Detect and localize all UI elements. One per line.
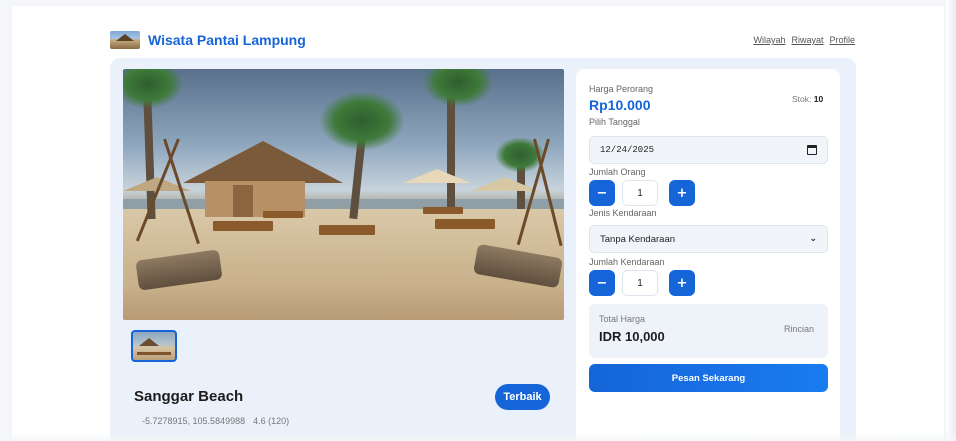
people-increment-button[interactable]: + bbox=[669, 180, 695, 206]
best-badge[interactable]: Terbaik bbox=[495, 384, 550, 410]
stock-info: Stok: 10 bbox=[792, 94, 823, 104]
vehicle-count-label: Jumlah Kendaraan bbox=[589, 257, 665, 267]
details-link[interactable]: Rincian bbox=[784, 324, 814, 334]
date-value: 12/24/2025 bbox=[600, 145, 655, 155]
total-price-box: Total Harga IDR 10,000 Rincian bbox=[589, 304, 828, 358]
people-label: Jumlah Orang bbox=[589, 167, 646, 177]
people-decrement-button[interactable]: − bbox=[589, 180, 615, 206]
calendar-icon[interactable] bbox=[807, 145, 817, 155]
price-value: Rp10.000 bbox=[589, 97, 651, 113]
date-field[interactable]: 12/24/2025 bbox=[589, 136, 828, 164]
price-label: Harga Perorang bbox=[589, 84, 654, 94]
vehicle-decrement-button[interactable]: − bbox=[589, 270, 615, 296]
stock-label: Stok: bbox=[792, 94, 812, 104]
brand-title: Wisata Pantai Lampung bbox=[148, 32, 306, 48]
date-label: Pilih Tanggal bbox=[589, 117, 640, 127]
stock-value: 10 bbox=[813, 94, 824, 104]
top-nav: Wilayah Riwayat Profile bbox=[753, 35, 855, 45]
beach-coordinates: -5.7278915, 105.5849988 bbox=[142, 416, 246, 426]
vehicle-quantity-input[interactable]: 1 bbox=[622, 270, 658, 296]
beach-name: Sanggar Beach bbox=[134, 388, 244, 405]
nav-link-wilayah[interactable]: Wilayah bbox=[753, 35, 785, 45]
nav-link-riwayat[interactable]: Riwayat bbox=[791, 35, 823, 45]
bottom-fade bbox=[0, 432, 956, 441]
beach-meta: -5.7278915, 105.5849988 4.6 (120) bbox=[142, 416, 289, 426]
chevron-down-icon: ⌄ bbox=[809, 234, 817, 244]
vehicle-type-value: Tanpa Kendaraan bbox=[600, 233, 676, 245]
vehicle-increment-button[interactable]: + bbox=[669, 270, 695, 296]
top-header: Wisata Pantai Lampung Wilayah Riwayat Pr… bbox=[110, 28, 855, 52]
beach-rating: 4.6 (120) bbox=[253, 416, 290, 426]
vehicle-type-label: Jenis Kendaraan bbox=[589, 208, 657, 218]
beach-photo-thumbnail[interactable] bbox=[131, 330, 177, 362]
order-now-button[interactable]: Pesan Sekarang bbox=[589, 364, 828, 392]
window-edge bbox=[946, 0, 956, 441]
beach-hut-logo-icon bbox=[110, 31, 140, 49]
nav-link-profile[interactable]: Profile bbox=[829, 35, 855, 45]
vehicle-type-select[interactable]: Tanpa Kendaraan ⌄ bbox=[589, 225, 828, 253]
people-quantity-input[interactable]: 1 bbox=[622, 180, 658, 206]
beach-main-photo bbox=[123, 69, 564, 320]
brand[interactable]: Wisata Pantai Lampung bbox=[110, 31, 306, 49]
total-value: IDR 10,000 bbox=[599, 329, 665, 344]
total-label: Total Harga bbox=[599, 314, 646, 324]
